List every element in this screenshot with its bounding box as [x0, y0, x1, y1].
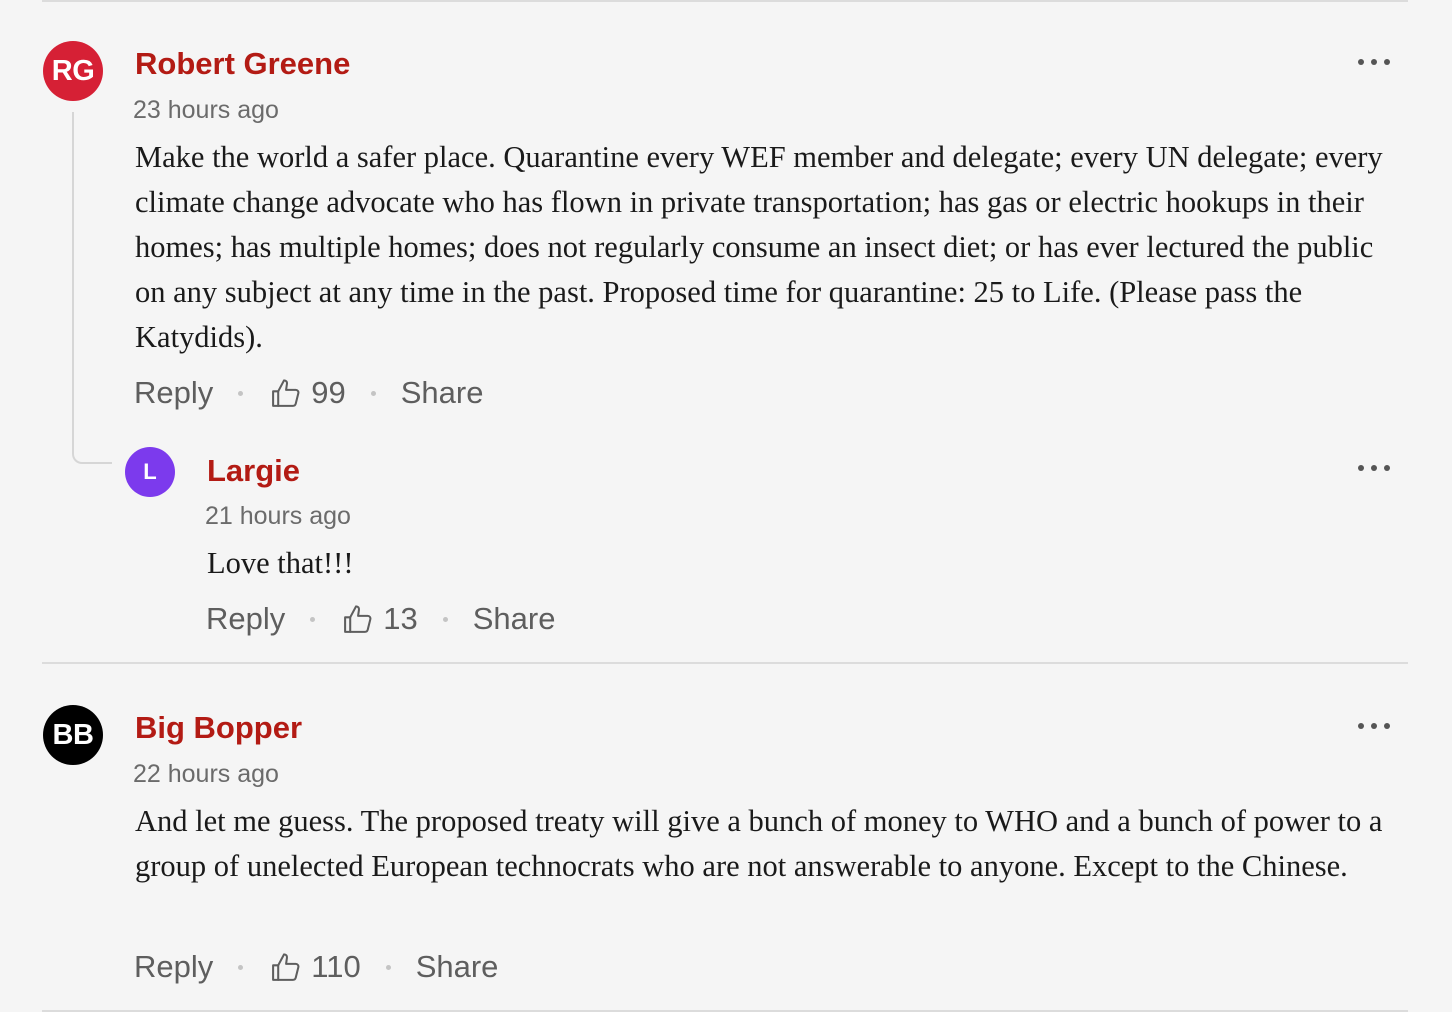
- separator-dot: [370, 390, 376, 396]
- like-button[interactable]: 99: [268, 375, 346, 411]
- comment-actions: Reply 99 Share: [134, 373, 483, 413]
- comment-timestamp: 21 hours ago: [205, 502, 351, 530]
- separator-dot: [238, 964, 244, 970]
- share-button[interactable]: Share: [473, 601, 556, 637]
- comment-actions: Reply 13 Share: [206, 599, 555, 639]
- separator-dot: [442, 616, 448, 622]
- share-button[interactable]: Share: [401, 375, 484, 411]
- top-divider: [42, 0, 1408, 2]
- more-options-icon[interactable]: [1358, 458, 1390, 478]
- comment-author[interactable]: Big Bopper: [135, 710, 302, 746]
- avatar[interactable]: L: [125, 447, 175, 497]
- comment-body: Love that!!!: [207, 546, 354, 580]
- comment-divider: [42, 662, 1408, 664]
- comment-body: Make the world a safer place. Quarantine…: [135, 140, 1383, 354]
- like-count: 99: [311, 375, 346, 410]
- reply-button[interactable]: Reply: [134, 949, 213, 985]
- like-count: 13: [383, 601, 418, 636]
- thumbs-up-icon: [272, 378, 300, 407]
- comment-timestamp: 23 hours ago: [133, 96, 279, 124]
- separator-dot: [238, 390, 244, 396]
- reply-button[interactable]: Reply: [134, 375, 213, 411]
- thumbs-up-icon: [272, 952, 300, 981]
- separator-dot: [310, 616, 316, 622]
- share-button[interactable]: Share: [416, 949, 499, 985]
- more-options-icon[interactable]: [1358, 52, 1390, 72]
- like-button[interactable]: 13: [340, 601, 418, 637]
- avatar-initials: L: [143, 459, 157, 484]
- comment-timestamp: 22 hours ago: [133, 760, 279, 788]
- comment-author[interactable]: Robert Greene: [135, 46, 350, 82]
- comment-body: And let me guess. The proposed treaty wi…: [135, 804, 1383, 883]
- comment-author[interactable]: Largie: [207, 453, 300, 489]
- like-count: 110: [311, 949, 361, 984]
- avatar-initials: RG: [51, 54, 95, 87]
- like-button[interactable]: 110: [268, 949, 361, 985]
- comment-actions: Reply 110 Share: [134, 947, 498, 987]
- separator-dot: [385, 964, 391, 970]
- more-options-icon[interactable]: [1358, 716, 1390, 736]
- thumbs-up-icon: [344, 604, 372, 633]
- thread-connector: [72, 112, 112, 464]
- reply-button[interactable]: Reply: [206, 601, 285, 637]
- avatar[interactable]: RG: [43, 41, 103, 101]
- avatar-initials: BB: [52, 718, 94, 751]
- avatar[interactable]: BB: [43, 705, 103, 765]
